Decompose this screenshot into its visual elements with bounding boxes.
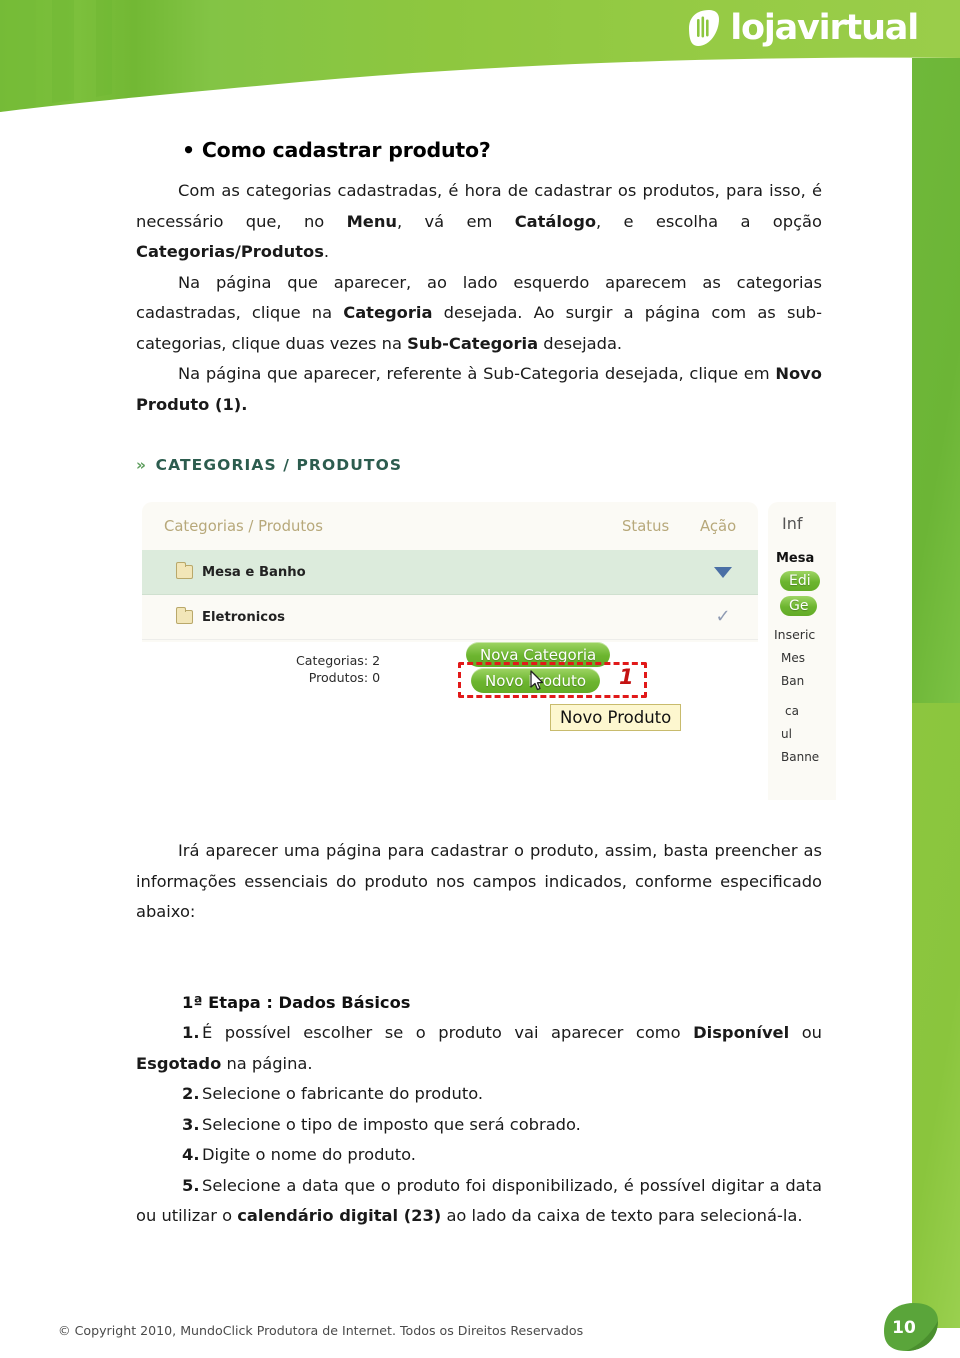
row-action-cell[interactable]: ✓ [700, 608, 746, 626]
embedded-screenshot: » CATEGORIAS / PRODUTOS Categorias / Pro… [136, 456, 836, 806]
annotation-number: 1 [619, 665, 634, 689]
row-action-cell[interactable] [700, 566, 746, 578]
para1-bold-categorias-produtos: Categorias/Produtos [136, 242, 324, 261]
para1-text-g: . [323, 242, 330, 261]
folder-icon [176, 607, 193, 624]
para2-bold-categoria: Categoria [343, 303, 433, 322]
row-name-cell[interactable]: Mesa e Banho [176, 562, 622, 580]
side-panel-edit-button[interactable]: Edi [780, 571, 820, 591]
categories-panel: Categorias / Produtos Status Ação Mesa e… [142, 502, 758, 642]
header-banner: lojavirtual [0, 0, 960, 118]
right-accent-bar-bottom [912, 703, 960, 1328]
list-item: 2. Selecione o fabricante do produto. [136, 1079, 822, 1110]
lower-content: Irá aparecer uma página para cadastrar o… [0, 836, 912, 1232]
logo-wordmark: lojavirtual [730, 8, 919, 48]
para1-bold-menu: Menu [346, 211, 398, 231]
row-name-label: Eletronicos [202, 609, 285, 625]
list-item: 3. Selecione o tipo de imposto que será c… [136, 1110, 822, 1141]
column-header-status: Status [622, 517, 670, 535]
side-panel-gerenciar-button[interactable]: Ge [780, 596, 818, 616]
breadcrumb-chevron-icon: » [136, 456, 148, 474]
list-item-number: 5. [182, 1175, 200, 1195]
list-item: 1. É possível escolher se o produto vai a… [136, 1018, 822, 1079]
count-categorias: Categorias: 2 [296, 653, 381, 668]
tooltip-novo-produto: Novo Produto [550, 704, 682, 731]
para1-text-c: , vá em [397, 211, 515, 231]
right-accent-bar-top [912, 58, 960, 703]
list-item-number: 1. [182, 1023, 200, 1042]
paragraph-novo-produto: Na página que aparecer, referente à Sub-… [136, 359, 822, 420]
para1-text-e: , e escolha a opção [596, 211, 822, 231]
footer-copyright: © Copyright 2010, MundoClick Produtora d… [58, 1323, 584, 1338]
triangle-down-icon[interactable] [714, 566, 732, 578]
list-item-number: 4. [182, 1145, 200, 1164]
side-panel-item-name: Mesa [776, 551, 815, 566]
step-heading: 1ª Etapa : Dados Básicos [182, 992, 411, 1012]
side-panel-text-banne: Banne [781, 750, 820, 764]
list-item-text-c: na página. [221, 1053, 313, 1073]
list-item-text-b: ou [789, 1023, 822, 1042]
steps-list: 1. É possível escolher se o produto vai a… [136, 1018, 822, 1232]
count-produtos: Produtos: 0 [308, 670, 381, 685]
table-row[interactable]: Eletronicos ✓ [142, 595, 758, 640]
document-page: lojavirtual • Como cadastrar produto? Co… [0, 0, 960, 1358]
row-name-label: Mesa e Banho [202, 564, 306, 580]
side-panel-text-ul: ul [781, 727, 792, 741]
page-title: • Como cadastrar produto? [182, 138, 491, 162]
paragraph-intro: Com as categorias cadastradas, é hora de… [136, 176, 822, 268]
side-panel-text-ca: ca [785, 704, 799, 718]
list-item-text-a: Selecione o fabricante do produto. [202, 1084, 484, 1103]
mouse-cursor-icon [530, 670, 546, 692]
main-content: • Como cadastrar produto? Com as categor… [0, 120, 912, 420]
side-panel-title: Inf [782, 514, 803, 533]
breadcrumb-label: CATEGORIAS / PRODUTOS [155, 456, 403, 474]
list-item-text-b: ao lado da caixa de texto para selecioná… [441, 1206, 803, 1225]
table-header-row: Categorias / Produtos Status Ação [142, 502, 758, 550]
row-name-cell[interactable]: Eletronicos [176, 607, 622, 625]
para2-bold-subcategoria: Sub-Categoria [407, 333, 539, 353]
list-item-text-a: É possível escolher se o produto vai apa… [202, 1023, 694, 1042]
screenshot-breadcrumb: » CATEGORIAS / PRODUTOS [136, 456, 836, 474]
list-item: 5. Selecione a data que o produto foi dis… [136, 1171, 822, 1232]
paragraph-categoria: Na página que aparecer, ao lado esquerdo… [136, 268, 822, 360]
list-item-number: 3. [182, 1114, 200, 1134]
side-panel-inserido-text: Inseric [774, 627, 816, 642]
column-header-acao: Ação [700, 517, 737, 535]
list-item-text-a: Digite o nome do produto. [202, 1145, 416, 1164]
list-item-bold-esgotado: Esgotado [136, 1053, 222, 1073]
checkmark-icon[interactable]: ✓ [715, 608, 730, 626]
table-row[interactable]: Mesa e Banho [142, 550, 758, 595]
list-item-bold-calendario: calendário digital (23) [237, 1206, 442, 1225]
page-number-label: 10 [892, 1318, 916, 1338]
counts-summary: Categorias: 2 Produtos: 0 [296, 652, 380, 686]
para2-text-e: desejada. [538, 333, 623, 353]
side-panel-text-ban: Ban [781, 674, 805, 688]
para3-text-a: Na página que aparecer, referente à Sub-… [178, 364, 776, 383]
list-item: 4. Digite o nome do produto. [136, 1140, 822, 1171]
column-header-categorias: Categorias / Produtos [164, 517, 323, 535]
paragraph-cadastro: Irá aparecer uma página para cadastrar o… [136, 841, 822, 921]
folder-icon [176, 562, 193, 579]
list-item-bold-disponivel: Disponível [693, 1023, 790, 1042]
screenshot-side-panel: Inf Mesa Edi Ge Inseric Mes Ban ca ul Ba… [768, 502, 836, 800]
list-item-number: 2. [182, 1084, 200, 1103]
list-item-text-a: Selecione o tipo de imposto que será cob… [202, 1114, 581, 1134]
para1-bold-catalogo: Catálogo [514, 211, 597, 231]
side-panel-text-mes: Mes [781, 651, 805, 665]
brand-logo: lojavirtual [683, 8, 919, 48]
lojavirtual-leaf-icon [683, 8, 723, 48]
page-number-badge: 10 [880, 1301, 942, 1353]
